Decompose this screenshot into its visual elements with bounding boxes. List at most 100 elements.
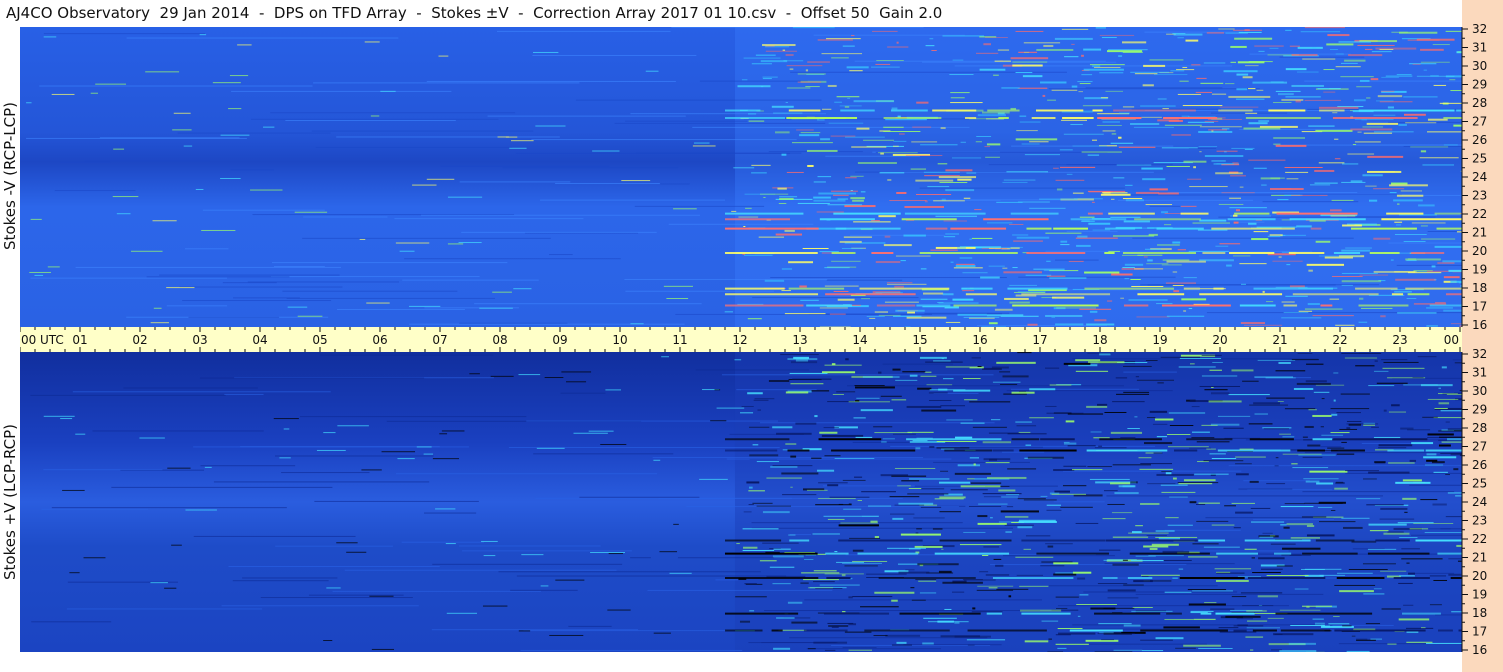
time-tick-label: 22 — [1332, 333, 1347, 347]
heatmap-cell — [795, 422, 817, 425]
time-tick-label: 23 — [1392, 333, 1407, 347]
heatmap-cell — [1295, 100, 1301, 103]
heatmap-band — [1331, 449, 1365, 452]
heatmap-cell — [916, 528, 922, 530]
heatmap-cell — [1304, 27, 1345, 29]
heatmap-cell — [1280, 506, 1314, 508]
heatmap-band — [1415, 539, 1462, 542]
heatmap-cell — [536, 447, 565, 449]
heatmap-cell — [1367, 548, 1397, 550]
heatmap-band — [859, 287, 950, 290]
heatmap-cell — [1248, 88, 1256, 90]
heatmap-cell — [1053, 501, 1105, 503]
heatmap-cell — [1215, 245, 1229, 247]
heatmap-cell — [957, 247, 966, 249]
heatmap-cell — [944, 608, 952, 610]
heatmap-cell — [848, 503, 852, 505]
heatmap-cell — [908, 548, 921, 550]
heatmap-cell — [1019, 115, 1027, 117]
heatmap-cell — [1113, 177, 1125, 179]
heatmap-cell — [1229, 207, 1267, 209]
heatmap-cell — [316, 449, 346, 451]
heatmap-cell — [26, 137, 247, 139]
heatmap-cell — [1172, 577, 1178, 579]
heatmap-cell — [900, 260, 906, 262]
heatmap-cell — [1281, 99, 1304, 101]
heatmap-cell — [781, 472, 819, 475]
heatmap-cell — [1125, 199, 1144, 202]
heatmap-cell — [1243, 127, 1281, 130]
heatmap-cell — [1112, 536, 1149, 538]
heatmap-band — [1166, 612, 1182, 615]
heatmap-cell — [1448, 269, 1462, 272]
heatmap-cell — [994, 308, 1013, 311]
heatmap-cell — [1254, 413, 1268, 415]
heatmap-cell — [1455, 495, 1462, 497]
heatmap-cell — [1434, 245, 1462, 248]
heatmap-cell — [853, 100, 895, 103]
heatmap-cell — [229, 75, 249, 77]
heatmap-cell — [1240, 322, 1266, 325]
heatmap-cell — [821, 53, 863, 55]
heatmap-band — [825, 293, 916, 296]
heatmap-cell — [1072, 469, 1103, 471]
heatmap-cell — [1127, 427, 1140, 429]
heatmap-cell — [221, 605, 419, 607]
heatmap-cell — [847, 97, 851, 99]
heatmap-cell — [279, 457, 291, 459]
frequency-tick-label: 18 — [1472, 606, 1487, 620]
heatmap-band — [876, 304, 916, 307]
heatmap-band — [1218, 109, 1253, 112]
heatmap-cell — [737, 85, 771, 88]
heatmap-cell — [781, 153, 787, 156]
heatmap-cell — [1191, 431, 1210, 433]
heatmap-cell — [941, 448, 955, 450]
heatmap-cell — [47, 266, 60, 268]
heatmap-cell — [785, 54, 794, 56]
heatmap-cell — [1135, 593, 1324, 595]
heatmap-cell — [1284, 166, 1323, 168]
heatmap-cell — [1439, 102, 1462, 104]
heatmap-cell — [1157, 98, 1167, 100]
heatmap-cell — [1383, 409, 1387, 412]
heatmap-cell — [1005, 516, 1029, 518]
heatmap-cell — [1262, 532, 1273, 534]
heatmap-cell — [1437, 262, 1455, 264]
heatmap-cell — [762, 44, 796, 47]
heatmap-cell — [1183, 550, 1289, 552]
heatmap-cell — [956, 263, 975, 265]
heatmap-cell — [855, 386, 895, 389]
heatmap-cell — [821, 434, 864, 437]
heatmap-cell — [1153, 74, 1188, 76]
frequency-tick-label: 18 — [1472, 281, 1487, 295]
heatmap-cell — [323, 432, 336, 434]
heatmap-cell — [1350, 128, 1393, 131]
heatmap-cell — [532, 54, 697, 56]
heatmap-cell — [1136, 379, 1175, 381]
heatmap-cell — [1354, 141, 1381, 143]
heatmap-cell — [795, 359, 809, 362]
heatmap-band — [1336, 577, 1385, 579]
heatmap-cell — [26, 102, 32, 104]
heatmap-band — [823, 612, 890, 615]
heatmap-cell — [1273, 137, 1306, 139]
heatmap-cell — [1252, 81, 1288, 84]
heatmap-cell — [966, 639, 1006, 641]
heatmap-cell — [1230, 61, 1237, 63]
heatmap-cell — [781, 290, 791, 292]
heatmap-cell — [1064, 56, 1079, 58]
heatmap-cell — [1363, 422, 1376, 424]
heatmap-band — [1099, 438, 1162, 441]
heatmap-cell — [815, 504, 852, 506]
heatmap-cell — [1276, 565, 1293, 567]
heatmap-cell — [1089, 64, 1125, 66]
heatmap-cell — [185, 248, 229, 250]
heatmap-cell — [945, 233, 960, 235]
heatmap-cell — [1211, 392, 1230, 395]
heatmap-cell — [1398, 575, 1415, 577]
heatmap-cell — [1061, 28, 1089, 30]
heatmap-cell — [943, 236, 956, 238]
heatmap-cell — [983, 458, 1011, 461]
heatmap-cell — [195, 188, 204, 190]
heatmap-cell — [881, 441, 887, 443]
